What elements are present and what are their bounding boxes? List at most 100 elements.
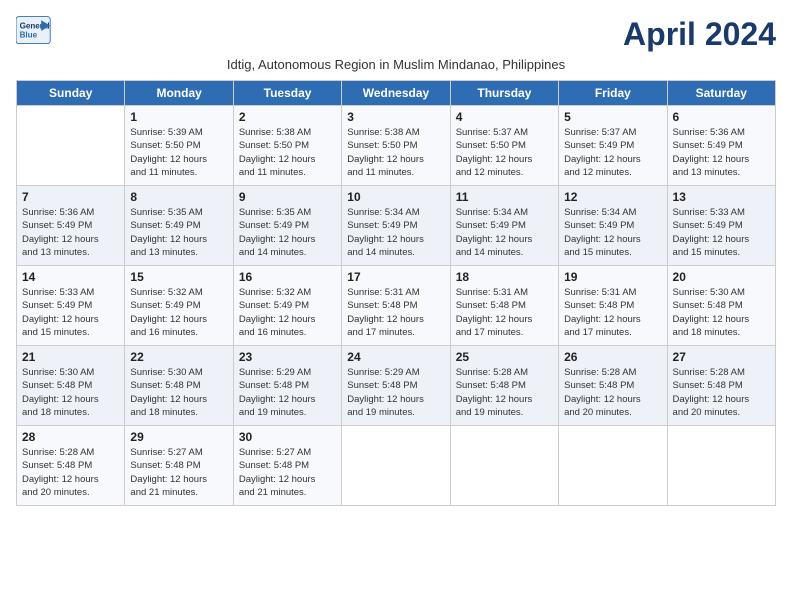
- calendar-cell: 3 Sunrise: 5:38 AMSunset: 5:50 PMDaylight…: [342, 106, 450, 186]
- day-number: 13: [673, 190, 770, 204]
- day-info: Sunrise: 5:35 AMSunset: 5:49 PMDaylight:…: [239, 206, 336, 259]
- calendar-cell: 17 Sunrise: 5:31 AMSunset: 5:48 PMDayligh…: [342, 266, 450, 346]
- day-info: Sunrise: 5:38 AMSunset: 5:50 PMDaylight:…: [239, 126, 336, 179]
- calendar-cell: 22Sunrise: 5:30 AMSunset: 5:48 PMDayligh…: [125, 346, 233, 426]
- day-info: Sunrise: 5:36 AMSunset: 5:49 PMDaylight:…: [22, 206, 119, 259]
- calendar-cell: 4 Sunrise: 5:37 AMSunset: 5:50 PMDaylight…: [450, 106, 558, 186]
- calendar-cell: 13 Sunrise: 5:33 AMSunset: 5:49 PMDayligh…: [667, 186, 775, 266]
- day-info: Sunrise: 5:28 AMSunset: 5:48 PMDaylight:…: [564, 366, 661, 419]
- day-info: Sunrise: 5:28 AMSunset: 5:48 PMDaylight:…: [22, 446, 119, 499]
- day-info: Sunrise: 5:35 AMSunset: 5:49 PMDaylight:…: [130, 206, 227, 259]
- day-info: Sunrise: 5:37 AMSunset: 5:49 PMDaylight:…: [564, 126, 661, 179]
- day-info: Sunrise: 5:28 AMSunset: 5:48 PMDaylight:…: [673, 366, 770, 419]
- day-info: Sunrise: 5:30 AMSunset: 5:48 PMDaylight:…: [130, 366, 227, 419]
- calendar-cell: 7 Sunrise: 5:36 AMSunset: 5:49 PMDaylight…: [17, 186, 125, 266]
- day-number: 20: [673, 270, 770, 284]
- day-number: 18: [456, 270, 553, 284]
- day-number: 25: [456, 350, 553, 364]
- logo-icon: General Blue: [16, 16, 52, 46]
- calendar-cell: 8 Sunrise: 5:35 AMSunset: 5:49 PMDaylight…: [125, 186, 233, 266]
- calendar-cell: [450, 426, 558, 506]
- day-info: Sunrise: 5:32 AMSunset: 5:49 PMDaylight:…: [130, 286, 227, 339]
- calendar-cell: 20 Sunrise: 5:30 AMSunset: 5:48 PMDayligh…: [667, 266, 775, 346]
- day-number: 30: [239, 430, 336, 444]
- calendar-cell: 11 Sunrise: 5:34 AMSunset: 5:49 PMDayligh…: [450, 186, 558, 266]
- calendar-cell: 19 Sunrise: 5:31 AMSunset: 5:48 PMDayligh…: [559, 266, 667, 346]
- weekday-header-wednesday: Wednesday: [342, 81, 450, 106]
- calendar-cell: 6 Sunrise: 5:36 AMSunset: 5:49 PMDaylight…: [667, 106, 775, 186]
- day-info: Sunrise: 5:29 AMSunset: 5:48 PMDaylight:…: [239, 366, 336, 419]
- month-title: April 2024: [623, 16, 776, 53]
- day-info: Sunrise: 5:30 AMSunset: 5:48 PMDaylight:…: [673, 286, 770, 339]
- day-info: Sunrise: 5:27 AMSunset: 5:48 PMDaylight:…: [130, 446, 227, 499]
- calendar-cell: 28 Sunrise: 5:28 AMSunset: 5:48 PMDayligh…: [17, 426, 125, 506]
- logo: General Blue: [16, 16, 52, 46]
- day-number: 21: [22, 350, 119, 364]
- day-info: Sunrise: 5:31 AMSunset: 5:48 PMDaylight:…: [456, 286, 553, 339]
- day-info: Sunrise: 5:30 AMSunset: 5:48 PMDaylight:…: [22, 366, 119, 419]
- calendar-cell: [17, 106, 125, 186]
- day-info: Sunrise: 5:34 AMSunset: 5:49 PMDaylight:…: [564, 206, 661, 259]
- day-number: 19: [564, 270, 661, 284]
- day-number: 14: [22, 270, 119, 284]
- calendar-cell: 29 Sunrise: 5:27 AMSunset: 5:48 PMDayligh…: [125, 426, 233, 506]
- day-number: 7: [22, 190, 119, 204]
- day-info: Sunrise: 5:27 AMSunset: 5:48 PMDaylight:…: [239, 446, 336, 499]
- calendar-cell: 14 Sunrise: 5:33 AMSunset: 5:49 PMDayligh…: [17, 266, 125, 346]
- weekday-header-sunday: Sunday: [17, 81, 125, 106]
- svg-text:Blue: Blue: [20, 30, 38, 39]
- calendar-cell: 12 Sunrise: 5:34 AMSunset: 5:49 PMDayligh…: [559, 186, 667, 266]
- day-info: Sunrise: 5:29 AMSunset: 5:48 PMDaylight:…: [347, 366, 444, 419]
- calendar-cell: 10 Sunrise: 5:34 AMSunset: 5:49 PMDayligh…: [342, 186, 450, 266]
- calendar-cell: [342, 426, 450, 506]
- day-number: 4: [456, 110, 553, 124]
- calendar-cell: 9Sunrise: 5:35 AMSunset: 5:49 PMDaylight…: [233, 186, 341, 266]
- calendar-cell: 2 Sunrise: 5:38 AMSunset: 5:50 PMDaylight…: [233, 106, 341, 186]
- day-info: Sunrise: 5:38 AMSunset: 5:50 PMDaylight:…: [347, 126, 444, 179]
- day-number: 12: [564, 190, 661, 204]
- day-number: 17: [347, 270, 444, 284]
- calendar-cell: 23 Sunrise: 5:29 AMSunset: 5:48 PMDayligh…: [233, 346, 341, 426]
- calendar-cell: 15 Sunrise: 5:32 AMSunset: 5:49 PMDayligh…: [125, 266, 233, 346]
- day-info: Sunrise: 5:33 AMSunset: 5:49 PMDaylight:…: [673, 206, 770, 259]
- calendar-cell: 5 Sunrise: 5:37 AMSunset: 5:49 PMDaylight…: [559, 106, 667, 186]
- weekday-header-thursday: Thursday: [450, 81, 558, 106]
- day-number: 3: [347, 110, 444, 124]
- day-info: Sunrise: 5:31 AMSunset: 5:48 PMDaylight:…: [347, 286, 444, 339]
- subtitle: Idtig, Autonomous Region in Muslim Minda…: [16, 57, 776, 72]
- weekday-header-monday: Monday: [125, 81, 233, 106]
- day-number: 5: [564, 110, 661, 124]
- calendar-cell: 25Sunrise: 5:28 AMSunset: 5:48 PMDayligh…: [450, 346, 558, 426]
- day-info: Sunrise: 5:36 AMSunset: 5:49 PMDaylight:…: [673, 126, 770, 179]
- day-number: 1: [130, 110, 227, 124]
- day-number: 11: [456, 190, 553, 204]
- day-number: 15: [130, 270, 227, 284]
- day-number: 16: [239, 270, 336, 284]
- day-info: Sunrise: 5:31 AMSunset: 5:48 PMDaylight:…: [564, 286, 661, 339]
- day-info: Sunrise: 5:37 AMSunset: 5:50 PMDaylight:…: [456, 126, 553, 179]
- calendar-cell: 16 Sunrise: 5:32 AMSunset: 5:49 PMDayligh…: [233, 266, 341, 346]
- day-number: 26: [564, 350, 661, 364]
- day-number: 28: [22, 430, 119, 444]
- calendar-table: SundayMondayTuesdayWednesdayThursdayFrid…: [16, 80, 776, 506]
- day-number: 8: [130, 190, 227, 204]
- day-number: 6: [673, 110, 770, 124]
- day-info: Sunrise: 5:34 AMSunset: 5:49 PMDaylight:…: [347, 206, 444, 259]
- day-number: 2: [239, 110, 336, 124]
- weekday-header-tuesday: Tuesday: [233, 81, 341, 106]
- day-number: 24: [347, 350, 444, 364]
- calendar-cell: 30 Sunrise: 5:27 AMSunset: 5:48 PMDayligh…: [233, 426, 341, 506]
- calendar-cell: 18 Sunrise: 5:31 AMSunset: 5:48 PMDayligh…: [450, 266, 558, 346]
- day-number: 10: [347, 190, 444, 204]
- weekday-header-saturday: Saturday: [667, 81, 775, 106]
- day-info: Sunrise: 5:39 AMSunset: 5:50 PMDaylight:…: [130, 126, 227, 179]
- calendar-cell: 27Sunrise: 5:28 AMSunset: 5:48 PMDayligh…: [667, 346, 775, 426]
- day-info: Sunrise: 5:32 AMSunset: 5:49 PMDaylight:…: [239, 286, 336, 339]
- calendar-cell: [667, 426, 775, 506]
- day-number: 29: [130, 430, 227, 444]
- calendar-cell: 26 Sunrise: 5:28 AMSunset: 5:48 PMDayligh…: [559, 346, 667, 426]
- calendar-cell: 24 Sunrise: 5:29 AMSunset: 5:48 PMDayligh…: [342, 346, 450, 426]
- day-info: Sunrise: 5:33 AMSunset: 5:49 PMDaylight:…: [22, 286, 119, 339]
- day-info: Sunrise: 5:34 AMSunset: 5:49 PMDaylight:…: [456, 206, 553, 259]
- day-number: 23: [239, 350, 336, 364]
